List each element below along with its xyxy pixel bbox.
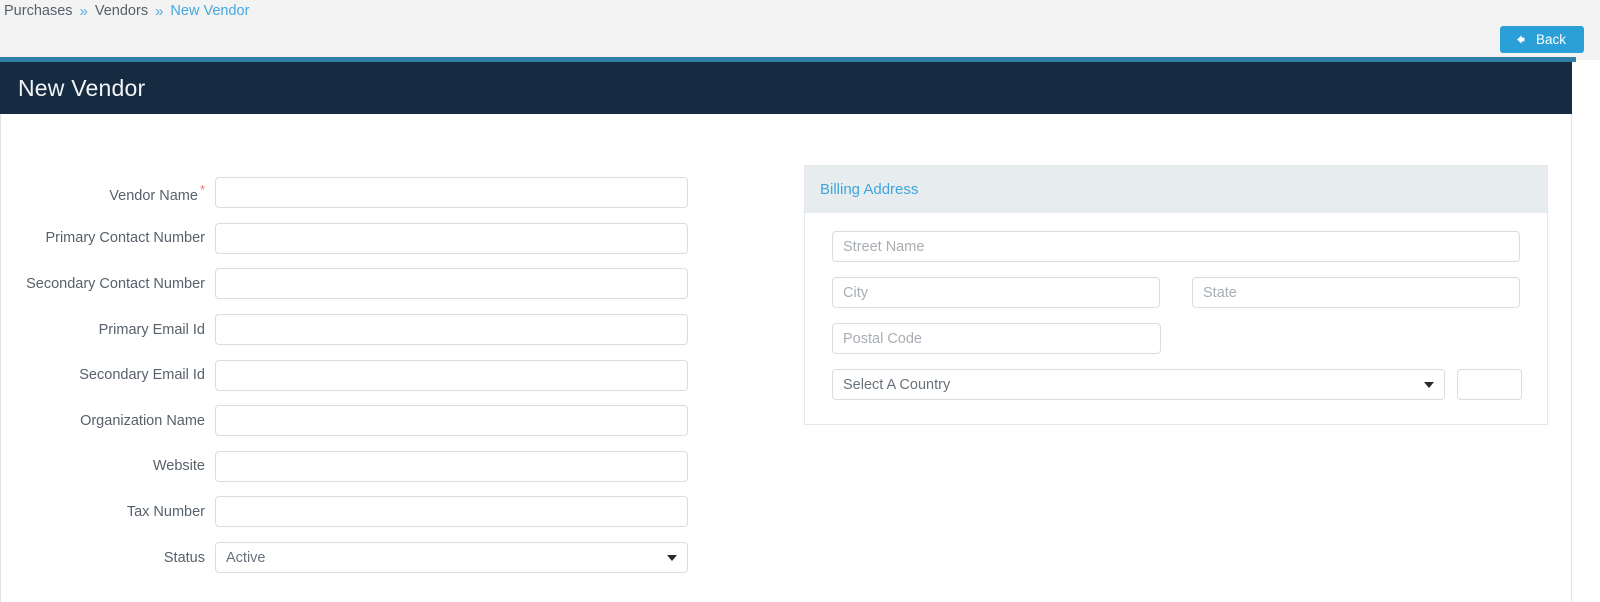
form-row-secondary-email-id: Secondary Email Id xyxy=(1,352,721,398)
form-row-vendor-name: Vendor Name* xyxy=(1,170,721,216)
country-extra-input[interactable] xyxy=(1457,369,1522,400)
billing-row-country: Select A Country xyxy=(832,369,1520,400)
form-row-primary-email-id: Primary Email Id xyxy=(1,307,721,353)
status-select-wrapper: Active xyxy=(215,542,688,573)
billing-address-panel: Billing Address Select A Country xyxy=(804,165,1548,425)
street-name-input[interactable] xyxy=(832,231,1520,262)
state-input[interactable] xyxy=(1192,277,1520,308)
label-secondary-email-id: Secondary Email Id xyxy=(1,367,215,383)
page-title: New Vendor xyxy=(18,75,145,102)
country-select-value: Select A Country xyxy=(843,377,950,393)
breadcrumb-separator-icon: » xyxy=(80,4,88,19)
form-row-secondary-contact-number: Secondary Contact Number xyxy=(1,261,721,307)
label-secondary-contact-number: Secondary Contact Number xyxy=(1,276,215,292)
breadcrumb-item-new-vendor[interactable]: New Vendor xyxy=(170,3,249,19)
label-vendor-name-text: Vendor Name xyxy=(109,188,198,204)
website-input[interactable] xyxy=(215,451,688,482)
form-row-primary-contact-number: Primary Contact Number xyxy=(1,216,721,262)
label-primary-contact-number: Primary Contact Number xyxy=(1,230,215,246)
status-select[interactable]: Active xyxy=(215,542,688,573)
secondary-contact-number-input[interactable] xyxy=(215,268,688,299)
billing-row-street xyxy=(832,231,1520,262)
vendor-name-input[interactable] xyxy=(215,177,688,208)
form-row-status: Status Active xyxy=(1,535,721,581)
vendor-form: Vendor Name* Primary Contact Number Seco… xyxy=(1,170,721,580)
breadcrumb-item-vendors[interactable]: Vendors xyxy=(95,3,148,19)
country-select-wrapper: Select A Country xyxy=(832,369,1445,400)
city-input[interactable] xyxy=(832,277,1160,308)
required-asterisk-icon: * xyxy=(200,182,205,197)
billing-address-header: Billing Address xyxy=(805,166,1547,213)
page-header: New Vendor xyxy=(0,62,1572,114)
arrow-left-icon xyxy=(1514,33,1527,46)
back-button-label: Back xyxy=(1536,33,1566,47)
form-row-website: Website xyxy=(1,444,721,490)
breadcrumb-item-purchases[interactable]: Purchases xyxy=(4,3,73,19)
primary-contact-number-input[interactable] xyxy=(215,223,688,254)
billing-row-postal xyxy=(832,323,1520,354)
label-primary-email-id: Primary Email Id xyxy=(1,322,215,338)
billing-address-body: Select A Country xyxy=(805,213,1547,424)
form-row-tax-number: Tax Number xyxy=(1,489,721,535)
top-bar: Purchases » Vendors » New Vendor Back xyxy=(0,0,1600,60)
label-tax-number: Tax Number xyxy=(1,504,215,520)
billing-row-city-state xyxy=(832,277,1520,308)
country-select[interactable]: Select A Country xyxy=(832,369,1445,400)
status-select-value: Active xyxy=(226,550,266,566)
content-card: Vendor Name* Primary Contact Number Seco… xyxy=(0,114,1572,602)
primary-email-id-input[interactable] xyxy=(215,314,688,345)
label-vendor-name: Vendor Name* xyxy=(1,182,215,204)
secondary-email-id-input[interactable] xyxy=(215,360,688,391)
tax-number-input[interactable] xyxy=(215,496,688,527)
form-row-organization-name: Organization Name xyxy=(1,398,721,444)
breadcrumb-separator-icon: » xyxy=(155,4,163,19)
label-organization-name: Organization Name xyxy=(1,413,215,429)
back-button[interactable]: Back xyxy=(1500,26,1584,53)
billing-address-title: Billing Address xyxy=(820,181,918,198)
label-website: Website xyxy=(1,458,215,474)
breadcrumb: Purchases » Vendors » New Vendor xyxy=(4,0,249,22)
label-status: Status xyxy=(1,550,215,566)
organization-name-input[interactable] xyxy=(215,405,688,436)
postal-code-input[interactable] xyxy=(832,323,1161,354)
